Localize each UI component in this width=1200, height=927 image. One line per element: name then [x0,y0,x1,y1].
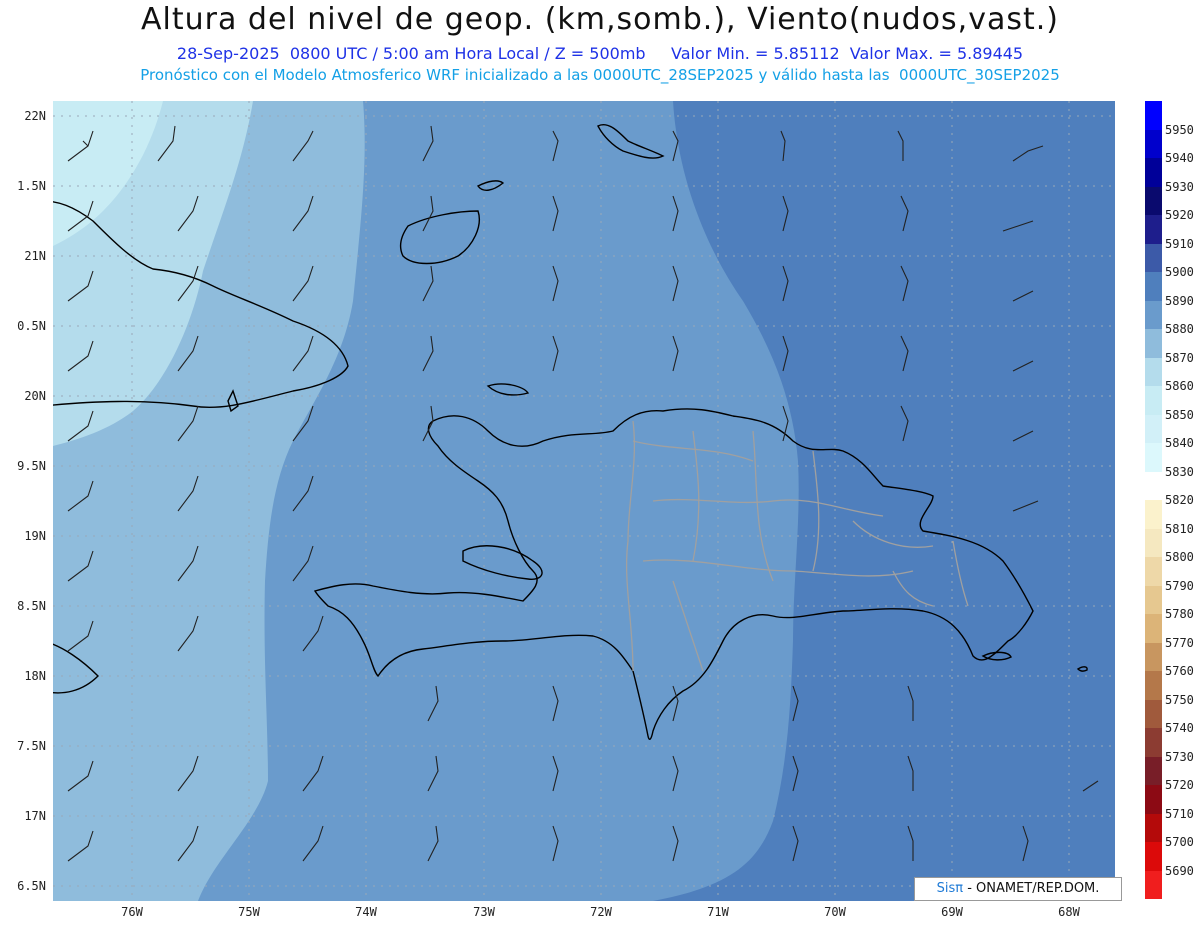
lat-label-18n: 18N [24,669,46,683]
colorbar-cell [1145,756,1162,785]
colorbar-label: 5880 [1165,322,1194,336]
map-canvas [53,101,1115,901]
lat-label-21n: 21N [24,249,46,263]
colorbar-label: 5860 [1165,379,1194,393]
lat-label-19n: 19N [24,529,46,543]
lon-label-75w: 75W [238,905,260,919]
lat-label-19-5n: 9.5N [17,459,46,473]
colorbar-label: 5730 [1165,749,1194,764]
colorbar-label: 5920 [1165,208,1194,222]
lon-label-73w: 73W [473,905,495,919]
colorbar-cell [1145,329,1162,358]
colorbar-cell [1145,813,1162,842]
colorbar-label: 5790 [1165,578,1194,593]
colorbar-label: 5900 [1165,265,1194,279]
colorbar-label: 5760 [1165,664,1194,678]
colorbar-label: 5930 [1165,179,1194,194]
lat-label-20-5n: 0.5N [17,319,46,333]
lat-label-21-5n: 1.5N [17,179,46,193]
colorbar-cell [1145,414,1162,443]
lat-label-17-5n: 7.5N [17,739,46,753]
lon-label-76w: 76W [121,905,143,919]
colorbar-label: 5770 [1165,635,1194,650]
colorbar-cell [1145,158,1162,187]
colorbar-cell [1145,243,1162,272]
colorbar-cell [1145,443,1162,472]
colorbar-label: 5950 [1165,122,1194,137]
colorbar-label: 5800 [1165,550,1194,564]
colorbar-label: 5850 [1165,407,1194,422]
colorbar-label: 5810 [1165,521,1194,536]
lat-label-17n: 17N [24,809,46,823]
colorbar-label: 5750 [1165,692,1194,707]
colorbar [1145,101,1162,899]
map-title: Altura del nivel de geop. (km,somb.), Vi… [141,2,1059,37]
colorbar-label: 5910 [1165,236,1194,251]
colorbar-cell [1145,500,1162,529]
colorbar-cell [1145,186,1162,215]
lon-label-69w: 69W [941,905,963,919]
credit-box: Sisπ - ONAMET/REP.DOM. [914,877,1122,901]
colorbar-cell [1145,528,1162,557]
lat-label-20n: 20N [24,389,46,403]
colorbar-cell [1145,557,1162,586]
map-subtitle-valid-time: 28-Sep-2025 0800 UTC / 5:00 am Hora Loca… [176,44,1024,63]
colorbar-label: 5690 [1165,863,1194,878]
colorbar-cell [1145,785,1162,814]
credit-brand: Sisπ [936,881,964,896]
colorbar-cell [1145,728,1162,757]
colorbar-label: 5940 [1165,151,1194,165]
colorbar-label: 5820 [1165,493,1194,507]
colorbar-cell [1145,300,1162,329]
colorbar-cell [1145,585,1162,614]
colorbar-cell [1145,614,1162,643]
colorbar-cell [1145,386,1162,415]
colorbar-label: 5700 [1165,835,1194,849]
credit-text: - ONAMET/REP.DOM. [963,881,1100,896]
colorbar-label: 5720 [1165,778,1194,792]
lat-label-16-5n: 6.5N [17,879,46,893]
lon-label-70w: 70W [824,905,846,919]
lon-label-74w: 74W [355,905,377,919]
colorbar-label: 5710 [1165,806,1194,821]
colorbar-cell [1145,215,1162,244]
colorbar-label: 5780 [1165,607,1194,621]
colorbar-cell [1145,870,1162,899]
colorbar-label: 5870 [1165,350,1194,365]
lon-label-71w: 71W [707,905,729,919]
lon-label-72w: 72W [590,905,612,919]
lat-label-18-5n: 8.5N [17,599,46,613]
map-panel [53,101,1115,901]
colorbar-cell [1145,699,1162,728]
lat-label-22n: 22N [24,109,46,123]
colorbar-cell [1145,129,1162,158]
colorbar-cell [1145,642,1162,671]
colorbar-label: 5890 [1165,293,1194,308]
lon-label-68w: 68W [1058,905,1080,919]
colorbar-label: 5840 [1165,436,1194,450]
colorbar-cell [1145,671,1162,700]
colorbar-cell [1145,842,1162,871]
map-subtitle-model-info: Pronóstico con el Modelo Atmosferico WRF… [140,66,1060,84]
colorbar-cell [1145,272,1162,301]
colorbar-cell [1145,101,1162,130]
colorbar-label: 5740 [1165,721,1194,735]
colorbar-cell [1145,357,1162,386]
colorbar-label: 5830 [1165,464,1194,479]
colorbar-cell [1145,471,1162,500]
